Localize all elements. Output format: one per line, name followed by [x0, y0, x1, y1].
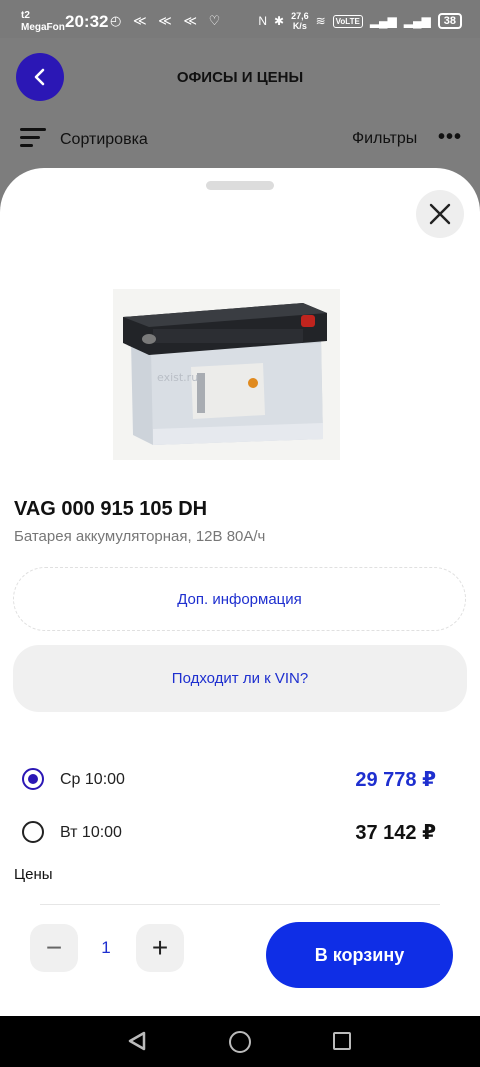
offer-price: 29 778 ₽: [355, 769, 436, 791]
offer-price: 37 142 ₽: [355, 822, 436, 844]
sort-filter-bar: Сортировка Фильтры •••: [0, 118, 480, 164]
signal-icon-2: ▂▄▆: [403, 14, 431, 28]
network-speed: 27,6 K/s: [291, 11, 309, 31]
close-icon: [429, 203, 451, 225]
offer-row[interactable]: Ср 10:00 29 778 ₽: [20, 762, 460, 798]
divider: [40, 904, 440, 905]
product-title: VAG 000 915 105 DH: [14, 498, 208, 520]
vin-check-button[interactable]: Подходит ли к VIN?: [13, 645, 467, 712]
prices-link[interactable]: Цены: [14, 866, 53, 883]
notification-icons: ◴ ≪ ≪ ≪ ♡: [110, 13, 225, 28]
quantity-increase-button[interactable]: +: [136, 924, 184, 972]
sort-icon[interactable]: [20, 128, 46, 150]
clock: 20:32: [65, 12, 109, 31]
app-header: ОФИСЫ И ЦЕНЫ: [0, 38, 480, 118]
system-nav-bar: [0, 1016, 480, 1067]
nav-recents-icon[interactable]: [333, 1032, 351, 1050]
product-image: exist.ru: [113, 289, 340, 460]
nav-home-icon[interactable]: [229, 1031, 251, 1053]
status-bar: t2 MegaFon 20:32 ◴ ≪ ≪ ≪ ♡ N ✱ 27,6 K/s …: [0, 0, 480, 38]
nav-back-icon[interactable]: [126, 1030, 148, 1052]
page-title: ОФИСЫ И ЦЕНЫ: [176, 69, 304, 86]
product-sheet: exist.ru VAG 000 915 105 DH Батарея акку…: [0, 168, 480, 1016]
offer-row[interactable]: Вт 10:00 37 142 ₽: [20, 815, 460, 851]
system-icons: N ✱ 27,6 K/s ≋ VoLTE ▂▄▆ ▂▄▆ 38: [258, 11, 462, 31]
plus-icon: +: [151, 932, 169, 963]
product-subtitle: Батарея аккумуляторная, 12В 80А/ч: [14, 528, 266, 545]
close-button[interactable]: [416, 190, 464, 238]
nfc-icon: N: [258, 14, 267, 28]
filters-button[interactable]: Фильтры: [352, 130, 417, 148]
signal-icon: ▂▄▆: [369, 14, 397, 28]
offer-delivery-date: Вт 10:00: [60, 824, 122, 841]
volte-badge: VoLTE: [332, 14, 363, 28]
quantity-value: 1: [101, 938, 111, 957]
battery-image: exist.ru: [113, 289, 340, 460]
sort-button[interactable]: Сортировка: [60, 131, 148, 149]
offer-delivery-date: Ср 10:00: [60, 771, 125, 788]
sheet-handle[interactable]: [206, 181, 274, 190]
add-to-cart-label: В корзину: [314, 944, 405, 965]
more-info-button[interactable]: Доп. информация: [13, 567, 466, 631]
wifi-icon: ≋: [315, 14, 326, 28]
vin-check-label: Подходит ли к VIN?: [171, 670, 309, 687]
watermark-text: exist.ru: [157, 371, 198, 384]
quantity-decrease-button[interactable]: −: [30, 924, 78, 972]
more-icon[interactable]: •••: [438, 126, 462, 149]
radio-unselected[interactable]: [22, 821, 44, 843]
more-info-label: Доп. информация: [177, 590, 302, 608]
add-to-cart-button[interactable]: В корзину: [266, 922, 453, 988]
bluetooth-icon: ✱: [274, 14, 285, 28]
minus-icon: −: [45, 932, 63, 963]
battery-indicator: 38: [437, 13, 462, 29]
radio-selected[interactable]: [22, 768, 44, 790]
carrier-name: t2 MegaFon: [21, 10, 65, 33]
